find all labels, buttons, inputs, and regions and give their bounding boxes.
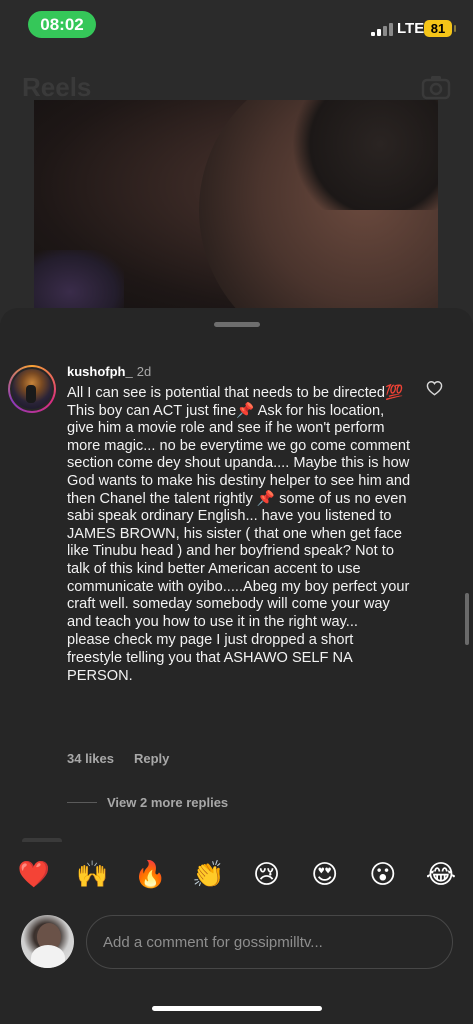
current-user-avatar <box>21 915 74 968</box>
cellular-signal-icon <box>371 22 393 36</box>
comment-paragraph: please check my page I just dropped a sh… <box>67 632 354 684</box>
commenter-avatar[interactable] <box>8 365 56 413</box>
status-time: 08:02 <box>28 11 96 38</box>
home-indicator[interactable] <box>152 1006 322 1011</box>
quick-reactions: ❤️ 🙌 🔥 👏 😢 😍 😮 😂 <box>10 858 465 892</box>
reels-title: Reels <box>22 72 92 102</box>
comment-timestamp: 2d <box>136 364 152 379</box>
reaction-raised-hands-emoji[interactable]: 🙌 <box>68 858 116 892</box>
reply-button[interactable]: Reply <box>134 751 169 766</box>
view-replies-label: View 2 more replies <box>107 795 229 810</box>
comments-scrollbar[interactable] <box>465 593 469 645</box>
video-frame-hair <box>284 100 438 210</box>
comment-meta: 34 likes Reply <box>67 751 169 766</box>
comment-input[interactable] <box>86 915 453 969</box>
replies-divider <box>67 802 97 803</box>
reaction-clap-emoji[interactable]: 👏 <box>184 858 232 892</box>
reaction-heart-eyes-emoji[interactable]: 😍 <box>301 858 349 892</box>
network-type: LTE <box>397 20 425 37</box>
video-frame-hand <box>34 250 124 315</box>
reel-video[interactable] <box>34 100 438 315</box>
reaction-laughing-emoji[interactable]: 😂 <box>417 858 465 892</box>
camera-icon <box>421 76 451 100</box>
comment-username[interactable]: kushofph_ <box>67 364 133 379</box>
reaction-surprised-emoji[interactable]: 😮 <box>359 858 407 892</box>
comment-body: All I can see is potential that needs to… <box>67 385 412 685</box>
reaction-heart-emoji[interactable]: ❤️ <box>10 858 58 892</box>
comment-header: kushofph_ 2d <box>67 364 151 379</box>
sheet-drag-handle[interactable] <box>214 322 260 327</box>
battery-indicator: 81 <box>424 20 456 37</box>
comment-paragraph: All I can see is potential that needs to… <box>67 385 411 630</box>
status-bar: 08:02 LTE 81 <box>0 0 473 50</box>
comment-likes[interactable]: 34 likes <box>67 751 114 766</box>
reaction-fire-emoji[interactable]: 🔥 <box>126 858 174 892</box>
comment-composer: ❤️ 🙌 🔥 👏 😢 😍 😮 😂 <box>0 842 473 1024</box>
heart-icon[interactable] <box>426 380 443 396</box>
reaction-crying-emoji[interactable]: 😢 <box>243 858 291 892</box>
view-replies-button[interactable]: View 2 more replies <box>67 795 228 810</box>
